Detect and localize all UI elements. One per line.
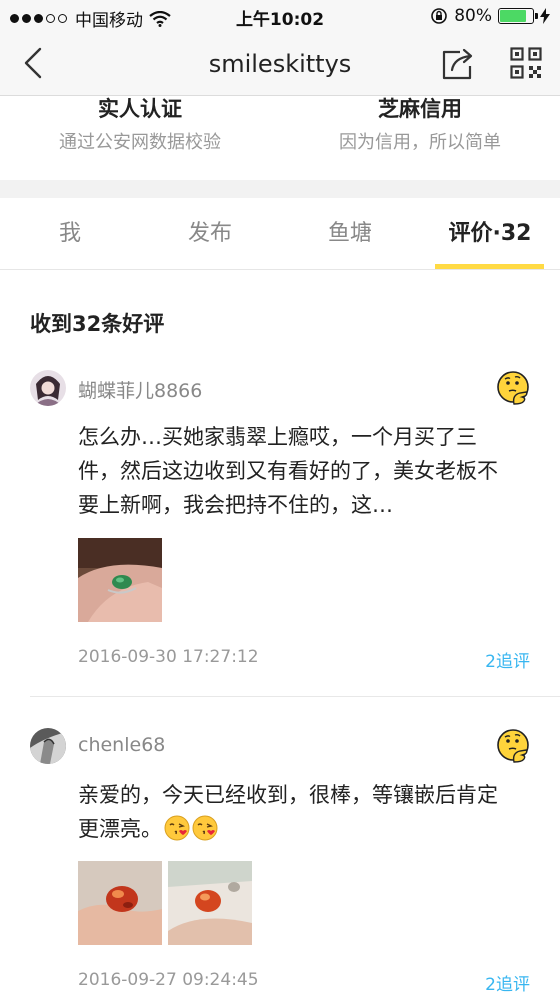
thinking-emoji-icon	[497, 371, 529, 405]
active-tab-indicator	[435, 264, 544, 269]
review-date: 2016-09-30 17:27:12	[78, 647, 259, 667]
kiss-emoji-icon	[192, 815, 218, 841]
review-divider	[30, 696, 560, 697]
review-images	[78, 861, 252, 945]
review-date: 2016-09-27 09:24:45	[78, 970, 259, 990]
review-image-jade-ring[interactable]	[78, 538, 162, 622]
status-bar: 中国移动 上午10:02 80%	[0, 0, 560, 32]
qr-code-icon[interactable]	[510, 47, 542, 79]
page-title: smileskittys	[208, 50, 352, 78]
review-image-amber-stone[interactable]	[168, 861, 252, 945]
reviews-summary: 收到32条好评	[30, 312, 165, 336]
followup-reviews-link[interactable]: 2追评	[485, 970, 530, 995]
share-icon[interactable]	[440, 46, 476, 82]
real-name-verification[interactable]: 实人认证 通过公安网数据校验	[0, 96, 280, 154]
real-name-subtitle: 通过公安网数据校验	[59, 132, 221, 153]
section-divider	[0, 180, 560, 198]
charging-bolt-icon	[540, 8, 550, 24]
sesame-credit-subtitle: 因为信用，所以简单	[339, 132, 501, 153]
battery-indicator: 80%	[430, 6, 550, 26]
battery-percent: 80%	[454, 6, 492, 26]
real-name-title: 实人认证	[98, 97, 182, 121]
thinking-emoji-icon	[497, 729, 529, 763]
review-text: 亲爱的，今天已经收到，很棒，等镶嵌后肯定更漂亮。	[78, 778, 518, 846]
kiss-emoji-icon	[164, 815, 190, 841]
tab-me[interactable]: 我	[0, 198, 140, 270]
avatar[interactable]	[30, 728, 66, 764]
reviewer-name[interactable]: chenle68	[78, 734, 165, 756]
profile-tabs: 我 发布 鱼塘 评价·32	[0, 198, 560, 270]
reviews-list: 收到32条好评 蝴蝶菲儿8866 怎么办…买她家翡翠上瘾哎，一个月买了三件，然后…	[0, 270, 560, 996]
review-text: 怎么办…买她家翡翠上瘾哎，一个月买了三件，然后这边收到又有看好的了，美女老板不要…	[78, 425, 498, 517]
reviewer-name[interactable]: 蝴蝶菲儿8866	[78, 376, 202, 403]
sesame-credit-title: 芝麻信用	[378, 97, 462, 121]
review-image-amber-stone[interactable]	[78, 861, 162, 945]
followup-reviews-link[interactable]: 2追评	[485, 647, 530, 672]
tab-reviews[interactable]: 评价·32	[420, 198, 560, 270]
avatar[interactable]	[30, 370, 66, 406]
navigation-bar: smileskittys	[0, 32, 560, 96]
review-item: chenle68 亲爱的，今天已经收到，很棒，等镶嵌后肯定更漂亮。 2016-0…	[30, 728, 530, 996]
rotation-lock-icon	[431, 8, 448, 24]
review-images	[78, 538, 162, 622]
sesame-credit[interactable]: 芝麻信用 因为信用，所以简单	[280, 96, 560, 154]
tab-fish-pond[interactable]: 鱼塘	[280, 198, 420, 270]
battery-icon	[498, 8, 538, 24]
tab-posts[interactable]: 发布	[140, 198, 280, 270]
verification-section: 实人认证 通过公安网数据校验 芝麻信用 因为信用，所以简单	[0, 96, 560, 180]
review-text-content: 亲爱的，今天已经收到，很棒，等镶嵌后肯定更漂亮。	[78, 783, 498, 841]
review-item: 蝴蝶菲儿8866 怎么办…买她家翡翠上瘾哎，一个月买了三件，然后这边收到又有看好…	[30, 370, 530, 700]
